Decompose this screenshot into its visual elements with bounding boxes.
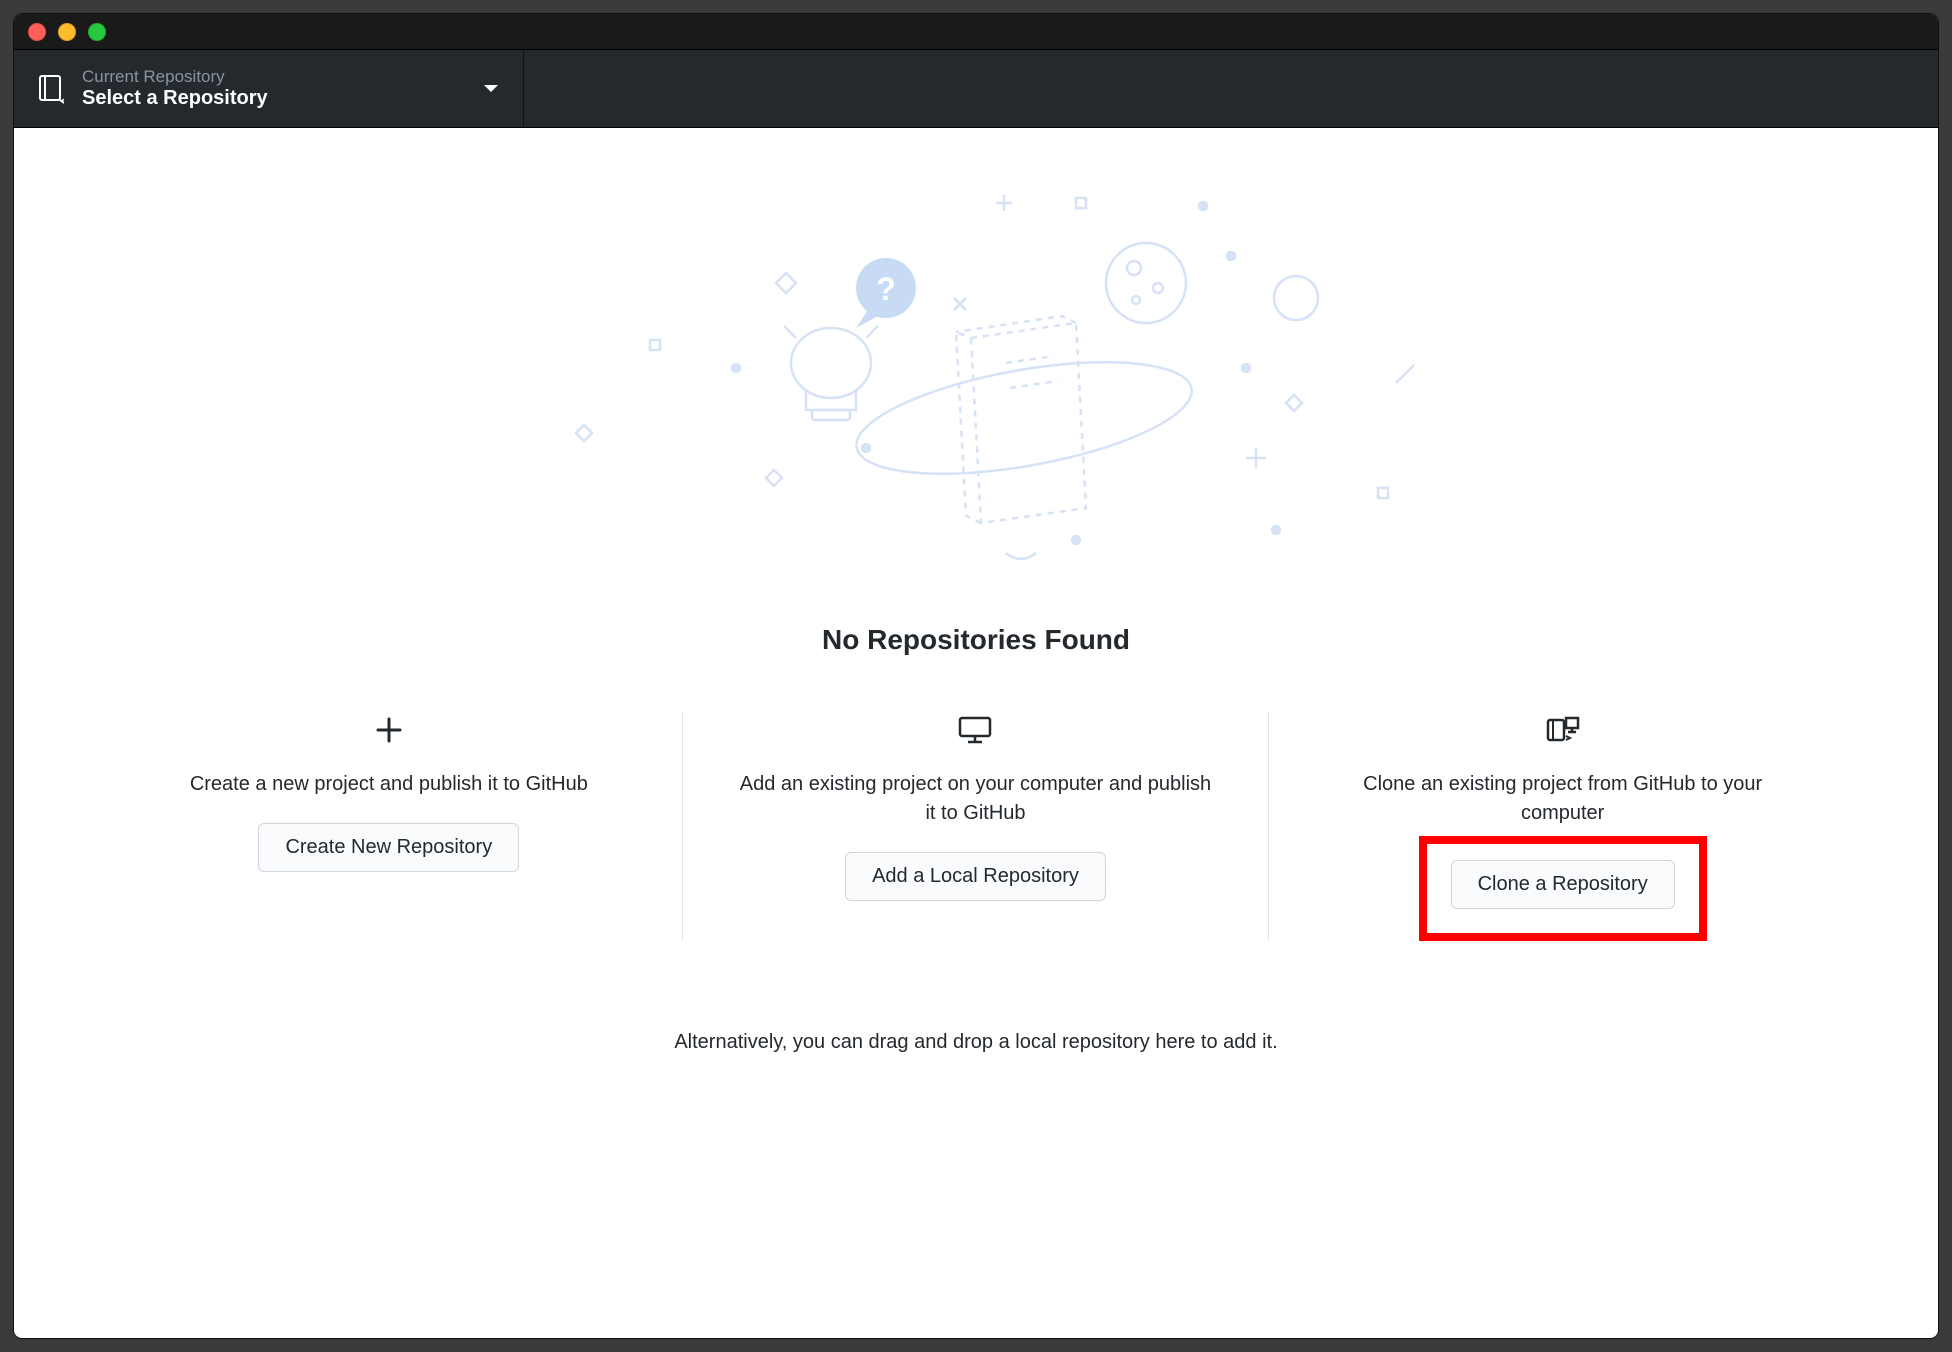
option-add-local: Add an existing project on your computer…: [683, 712, 1270, 941]
minimize-window-button[interactable]: [58, 23, 76, 41]
toolbar: Current Repository Select a Repository: [14, 50, 1938, 128]
repo-icon: [38, 74, 64, 104]
clone-repository-button[interactable]: Clone a Repository: [1451, 860, 1675, 909]
chevron-down-icon: [483, 84, 499, 94]
app-window: Current Repository Select a Repository: [14, 14, 1938, 1338]
window-controls: [28, 23, 106, 41]
option-clone: Clone an existing project from GitHub to…: [1269, 712, 1856, 941]
plus-icon: [376, 712, 402, 748]
clone-icon: [1546, 712, 1580, 748]
svg-text:?: ?: [876, 271, 896, 307]
close-window-button[interactable]: [28, 23, 46, 41]
highlight-annotation: Clone a Repository: [1419, 836, 1707, 941]
option-create-desc: Create a new project and publish it to G…: [190, 770, 588, 799]
repository-selector[interactable]: Current Repository Select a Repository: [14, 50, 524, 127]
create-new-repository-button[interactable]: Create New Repository: [258, 823, 519, 872]
titlebar: [14, 14, 1938, 50]
drag-drop-hint: Alternatively, you can drag and drop a l…: [674, 1031, 1277, 1054]
repo-selector-value: Select a Repository: [82, 87, 465, 110]
fullscreen-window-button[interactable]: [88, 23, 106, 41]
repo-selector-label: Current Repository: [82, 67, 465, 87]
option-clone-desc: Clone an existing project from GitHub to…: [1319, 770, 1806, 828]
empty-state-illustration: ?: [516, 168, 1436, 588]
page-heading: No Repositories Found: [822, 624, 1130, 656]
option-create-new: Create a new project and publish it to G…: [96, 712, 683, 941]
main-content: ? No Repositories Found: [14, 128, 1938, 1338]
option-add-desc: Add an existing project on your computer…: [733, 770, 1219, 828]
repository-options: Create a new project and publish it to G…: [96, 712, 1856, 941]
add-local-repository-button[interactable]: Add a Local Repository: [845, 852, 1106, 901]
computer-icon: [958, 712, 992, 748]
